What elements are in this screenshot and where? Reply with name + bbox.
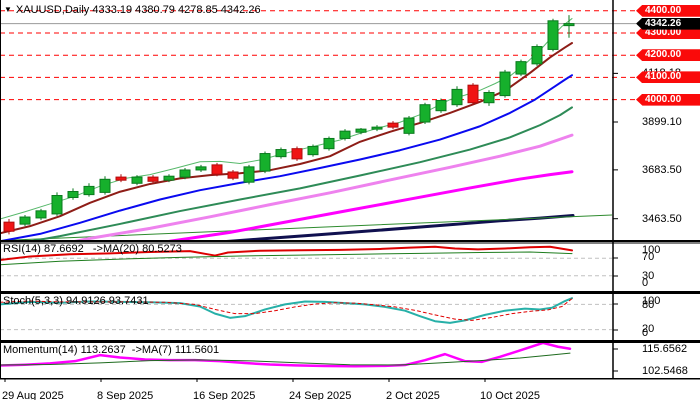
pane-separator[interactable] — [0, 291, 700, 293]
pane-separator[interactable] — [0, 340, 700, 342]
time-axis-line — [0, 378, 700, 380]
rsi-header: RSI(14) 87.6692 ->MA(20) 80.5273 — [3, 243, 182, 255]
chart-title: ▼ XAUUSD,Daily 4333.19 4380.79 4278.85 43… — [4, 4, 261, 16]
ohlc-values: 4333.19 4380.79 4278.85 4342.26 — [92, 4, 261, 16]
momentum-header: Momentum(14) 113.2637 ->MA(7) 111.5601 — [3, 344, 220, 356]
pane-separator[interactable] — [0, 240, 700, 242]
title-marker-icon: ▼ — [4, 5, 12, 14]
main-price-pane[interactable] — [0, 0, 612, 240]
trading-chart-window[interactable]: 4118.18 3899.10 3683.50 3463.50 100 70 30 0 100 8… — [0, 0, 700, 400]
stoch-header: Stoch(5,3,3) 94.9126 93.7431 — [3, 295, 149, 307]
symbol-period-label: XAUUSD,Daily — [15, 4, 90, 16]
